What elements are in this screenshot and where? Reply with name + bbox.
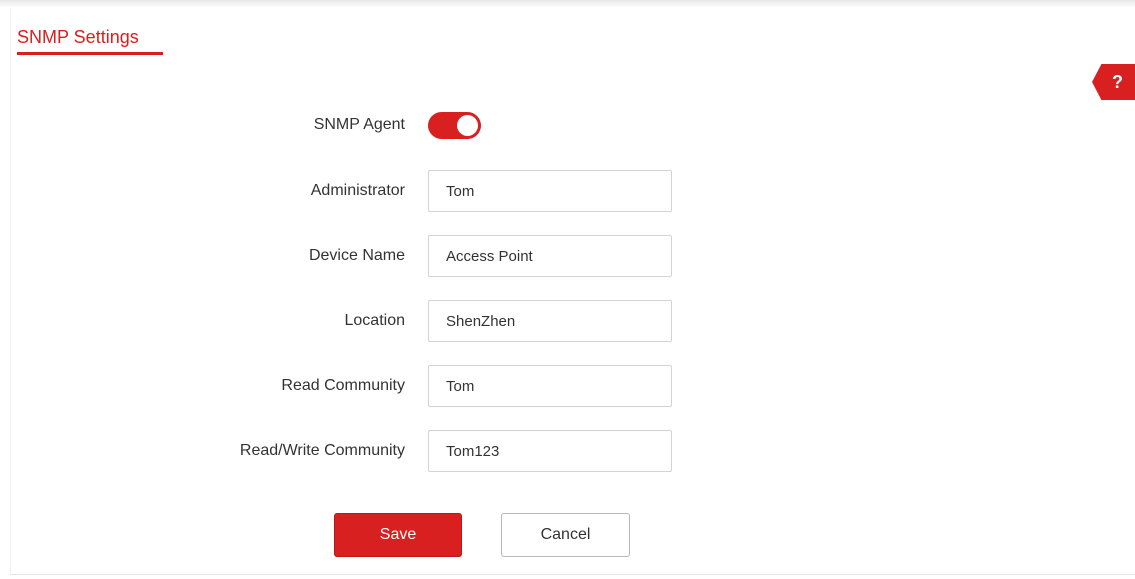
read-write-community-input[interactable]	[428, 430, 672, 472]
administrator-input[interactable]	[428, 170, 672, 212]
panel-border-left	[10, 8, 11, 575]
save-button[interactable]: Save	[334, 513, 462, 557]
read-community-row: Read Community	[0, 365, 1135, 407]
read-write-community-label: Read/Write Community	[239, 442, 405, 459]
title-underline	[17, 52, 163, 55]
snmp-agent-label: SNMP Agent	[313, 116, 405, 133]
read-community-label: Read Community	[281, 377, 405, 394]
snmp-settings-page: SNMP Settings ? SNMP Agent Administrator…	[0, 0, 1135, 579]
device-name-row: Device Name	[0, 235, 1135, 277]
administrator-label: Administrator	[310, 182, 405, 199]
location-row: Location	[0, 300, 1135, 342]
snmp-agent-toggle[interactable]	[428, 112, 481, 139]
location-input[interactable]	[428, 300, 672, 342]
cancel-button[interactable]: Cancel	[501, 513, 630, 557]
device-name-input[interactable]	[428, 235, 672, 277]
top-shadow	[0, 0, 1135, 8]
read-community-input[interactable]	[428, 365, 672, 407]
page-title: SNMP Settings	[17, 27, 139, 47]
toggle-knob	[457, 115, 478, 136]
panel-border-bottom	[10, 574, 1135, 575]
device-name-label: Device Name	[308, 247, 405, 264]
location-label: Location	[344, 312, 406, 329]
snmp-agent-row: SNMP Agent	[0, 104, 1135, 146]
read-write-community-row: Read/Write Community	[0, 430, 1135, 472]
administrator-row: Administrator	[0, 170, 1135, 212]
help-icon[interactable]: ?	[1092, 64, 1135, 100]
